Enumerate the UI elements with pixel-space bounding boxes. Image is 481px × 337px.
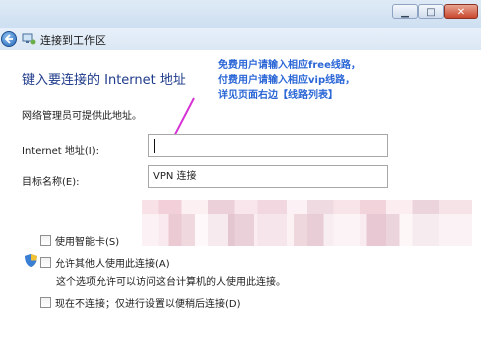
destination-name-label: 目标名称(E): bbox=[22, 177, 80, 188]
internet-address-label: Internet 地址(I): bbox=[22, 146, 100, 157]
allow-others-label: 允许其他人使用此连接(A) bbox=[55, 259, 170, 270]
network-connection-icon bbox=[22, 33, 36, 45]
navigation-bar: 连接到工作区 bbox=[0, 28, 481, 50]
info-text: 网络管理员可提供此地址。 bbox=[22, 111, 142, 122]
allow-others-note: 这个选项允许可以访问这台计算机的人使用此连接。 bbox=[56, 277, 286, 288]
internet-address-input[interactable] bbox=[148, 134, 388, 157]
window-title: 连接到工作区 bbox=[40, 34, 106, 47]
close-button[interactable]: ✕ bbox=[444, 4, 478, 19]
destination-name-input[interactable]: VPN 连接 bbox=[148, 165, 388, 188]
smartcard-checkbox[interactable] bbox=[40, 235, 51, 246]
annotation-line: 详见页面右边【线路列表】 bbox=[218, 90, 338, 101]
destination-name-value: VPN 连接 bbox=[153, 171, 197, 182]
smartcard-label: 使用智能卡(S) bbox=[55, 237, 120, 248]
minimize-button[interactable]: ▁ bbox=[392, 4, 418, 19]
back-button[interactable] bbox=[1, 31, 17, 47]
annotation-line: 免费用户请输入相应free线路， bbox=[218, 60, 361, 71]
dont-connect-option[interactable]: 现在不连接；仅进行设置以便稍后连接(D) bbox=[40, 295, 241, 310]
allow-others-option[interactable]: 允许其他人使用此连接(A) bbox=[40, 255, 170, 270]
back-arrow-icon bbox=[4, 34, 13, 44]
maximize-button[interactable]: □ bbox=[418, 4, 444, 19]
annotation-line: 付费用户请输入相应vip线路， bbox=[218, 75, 356, 86]
title-bar: ▁ □ ✕ bbox=[0, 0, 481, 29]
allow-others-checkbox[interactable] bbox=[40, 257, 51, 268]
uac-shield-icon bbox=[25, 254, 37, 267]
dont-connect-label: 现在不连接；仅进行设置以便稍后连接(D) bbox=[55, 299, 241, 310]
text-caret bbox=[154, 139, 155, 153]
blurred-region bbox=[142, 214, 472, 246]
dont-connect-checkbox[interactable] bbox=[40, 297, 51, 308]
smartcard-option[interactable]: 使用智能卡(S) bbox=[40, 233, 119, 248]
annotation-note: 免费用户请输入相应free线路， 付费用户请输入相应vip线路， 详见页面右边【… bbox=[218, 58, 361, 103]
page-heading: 键入要连接的 Internet 地址 bbox=[22, 73, 186, 88]
